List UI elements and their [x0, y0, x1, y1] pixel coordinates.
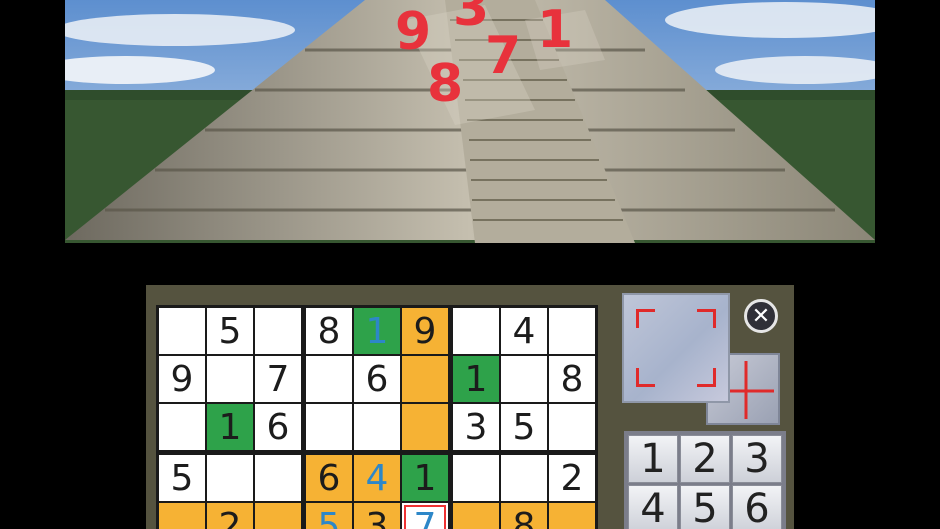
sudoku-cell[interactable]	[159, 308, 205, 354]
sudoku-cell[interactable]: 5	[207, 308, 253, 354]
number-key-5[interactable]: 5	[680, 485, 730, 529]
tool-panel: ✕ 1 2 3 4 5 6	[620, 291, 788, 529]
sudoku-cell[interactable]: 1	[402, 455, 448, 501]
floating-digit: 9	[395, 2, 432, 62]
sudoku-cell[interactable]	[255, 308, 301, 354]
top-screen: 9 3 1 7 8	[65, 0, 875, 243]
sudoku-cell[interactable]	[255, 503, 301, 529]
floating-digit: 1	[537, 0, 574, 60]
sudoku-cell[interactable]: 8	[501, 503, 547, 529]
sudoku-cell[interactable]: 5	[501, 404, 547, 450]
sudoku-cell[interactable]	[255, 455, 301, 501]
sudoku-cell[interactable]	[453, 455, 499, 501]
sudoku-cell[interactable]: 2	[549, 455, 595, 501]
number-key-3[interactable]: 3	[732, 435, 782, 483]
sudoku-cell[interactable]: 8	[306, 308, 352, 354]
sudoku-cell[interactable]: 6	[255, 404, 301, 450]
sudoku-cell[interactable]: 4	[501, 308, 547, 354]
sudoku-cell[interactable]: 1	[207, 404, 253, 450]
sudoku-cell[interactable]	[207, 356, 253, 402]
sudoku-cell[interactable]	[354, 404, 400, 450]
floating-digit: 3	[453, 0, 490, 38]
sudoku-cell[interactable]	[453, 503, 499, 529]
sudoku-cell[interactable]	[549, 308, 595, 354]
number-key-6[interactable]: 6	[732, 485, 782, 529]
sudoku-cell[interactable]: 9	[159, 356, 205, 402]
frame-corner-icon	[636, 309, 655, 328]
sudoku-cell[interactable]	[501, 455, 547, 501]
frame-corner-icon	[636, 368, 655, 387]
sudoku-cell[interactable]: 1	[453, 356, 499, 402]
sudoku-cell[interactable]	[207, 455, 253, 501]
sudoku-cell[interactable]: 5	[306, 503, 352, 529]
number-key-4[interactable]: 4	[628, 485, 678, 529]
sudoku-cell[interactable]: 7	[255, 356, 301, 402]
sudoku-cell[interactable]: 7	[402, 503, 448, 529]
focus-mode-button[interactable]	[622, 293, 730, 403]
sudoku-cell[interactable]	[453, 308, 499, 354]
sudoku-cell[interactable]	[402, 356, 448, 402]
close-icon: ✕	[751, 303, 771, 329]
sudoku-cell[interactable]	[549, 503, 595, 529]
sudoku-cell[interactable]	[159, 503, 205, 529]
sudoku-cell[interactable]: 4	[354, 455, 400, 501]
floating-digit: 8	[427, 54, 464, 114]
number-pad: 1 2 3 4 5 6	[624, 431, 786, 529]
sudoku-cell[interactable]	[501, 356, 547, 402]
sudoku-grid: 581949761816355641225378	[156, 305, 598, 529]
sudoku-cell[interactable]: 6	[354, 356, 400, 402]
sudoku-cell[interactable]	[549, 404, 595, 450]
floating-digit: 7	[485, 26, 522, 86]
number-key-2[interactable]: 2	[680, 435, 730, 483]
sudoku-cell[interactable]	[306, 404, 352, 450]
close-button[interactable]: ✕	[744, 299, 778, 333]
sudoku-cell[interactable]: 8	[549, 356, 595, 402]
sudoku-cell[interactable]: 9	[402, 308, 448, 354]
sudoku-cell[interactable]	[402, 404, 448, 450]
sudoku-cell[interactable]: 3	[354, 503, 400, 529]
sudoku-cell[interactable]: 5	[159, 455, 205, 501]
bottom-screen: 581949761816355641225378 ✕ 1 2 3 4 5 6	[146, 285, 794, 529]
number-key-1[interactable]: 1	[628, 435, 678, 483]
sudoku-cell[interactable]	[159, 404, 205, 450]
frame-corner-icon	[697, 368, 716, 387]
sudoku-cell[interactable]	[306, 356, 352, 402]
sudoku-cell[interactable]: 1	[354, 308, 400, 354]
frame-corner-icon	[697, 309, 716, 328]
sudoku-cell[interactable]: 6	[306, 455, 352, 501]
sudoku-cell[interactable]: 3	[453, 404, 499, 450]
sudoku-cell[interactable]: 2	[207, 503, 253, 529]
